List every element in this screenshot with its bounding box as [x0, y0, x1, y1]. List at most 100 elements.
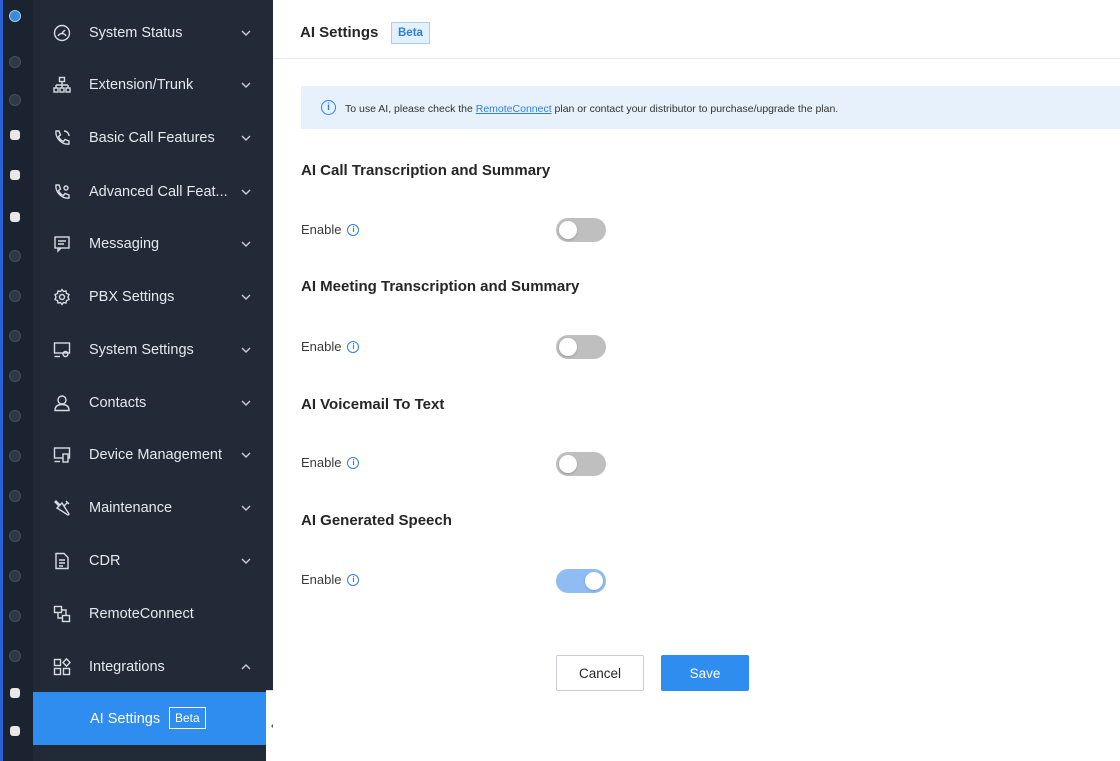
app-icon[interactable]: [9, 10, 21, 22]
toggle-knob: [559, 221, 577, 239]
sidebar-item-contacts[interactable]: Contacts: [33, 377, 273, 429]
info-icon: i: [321, 100, 336, 115]
app-icon[interactable]: [9, 530, 21, 542]
enable-text: Enable: [301, 339, 342, 354]
app-icon[interactable]: [9, 94, 21, 106]
app-icon[interactable]: [9, 330, 21, 342]
sidebar-item-maintenance[interactable]: Maintenance: [33, 482, 273, 534]
app-icon[interactable]: [9, 490, 21, 502]
app-icon[interactable]: [9, 410, 21, 422]
enable-label: Enable i: [301, 572, 360, 587]
sidebar-item-device-management[interactable]: Device Management: [33, 429, 273, 481]
enable-label: Enable i: [301, 339, 360, 354]
sidebar-item-label: Basic Call Features: [89, 130, 215, 146]
sidebar-item-label: Integrations: [89, 659, 165, 675]
notice-text: To use AI, please check the RemoteConnec…: [345, 103, 838, 115]
sidebar-nav: System Status Extension/Trunk Basic Call…: [33, 0, 273, 761]
info-icon[interactable]: i: [347, 573, 360, 586]
sidebar-item-label: Messaging: [89, 236, 160, 252]
document-icon: [52, 551, 72, 571]
chevron-down-icon: [241, 82, 251, 88]
notice-suffix: plan or contact your distributor to purc…: [551, 103, 839, 115]
info-icon[interactable]: i: [347, 340, 360, 353]
chevron-down-icon: [241, 558, 251, 564]
sidebar-item-label: Contacts: [89, 395, 147, 411]
app-icon[interactable]: [9, 370, 21, 382]
meeting-transcription-toggle[interactable]: [556, 335, 606, 359]
tools-icon: [52, 498, 72, 518]
app-icon[interactable]: [10, 726, 20, 736]
page-header: AI Settings Beta: [273, 0, 1120, 59]
phone-settings-icon: [52, 182, 72, 202]
chevron-down-icon: [241, 189, 251, 195]
app-icon[interactable]: [9, 650, 21, 662]
phone-icon: [52, 128, 72, 148]
beta-badge: Beta: [391, 22, 430, 44]
sidebar-item-label: Maintenance: [89, 500, 173, 516]
toggle-knob: [559, 338, 577, 356]
sidebar-item-label: Extension/Trunk: [89, 77, 194, 93]
cancel-button[interactable]: Cancel: [556, 655, 644, 691]
sidebar-item-label: CDR: [89, 553, 121, 569]
section-title-meeting-transcription: AI Meeting Transcription and Summary: [301, 278, 580, 295]
app-icon[interactable]: [10, 212, 20, 222]
sidebar-item-system-settings[interactable]: System Settings: [33, 324, 273, 376]
chevron-down-icon: [241, 135, 251, 141]
section-title-voicemail-to-text: AI Voicemail To Text: [301, 396, 445, 413]
sidebar-item-pbx-settings[interactable]: PBX Settings: [33, 271, 273, 323]
monitor-gear-icon: [52, 340, 72, 360]
remote-connect-icon: [52, 604, 72, 624]
app-icon[interactable]: [9, 290, 21, 302]
sidebar-item-label: Device Management: [89, 447, 222, 463]
chevron-down-icon: [241, 241, 251, 247]
sidebar-item-label: Advanced Call Feat...: [89, 184, 228, 200]
page-title: AI Settings: [300, 24, 379, 41]
toggle-knob: [585, 572, 603, 590]
enable-text: Enable: [301, 572, 342, 587]
beta-badge: Beta: [169, 707, 206, 729]
sidebar-item-basic-call-features[interactable]: Basic Call Features: [33, 112, 273, 164]
toggle-knob: [559, 455, 577, 473]
app-icon[interactable]: [9, 570, 21, 582]
devices-icon: [52, 445, 72, 465]
chevron-down-icon: [241, 294, 251, 300]
app-icon[interactable]: [9, 250, 21, 262]
chevron-down-icon: [241, 505, 251, 511]
sidebar-item-cdr[interactable]: CDR: [33, 535, 273, 587]
call-transcription-toggle[interactable]: [556, 218, 606, 242]
voicemail-to-text-toggle[interactable]: [556, 452, 606, 476]
sidebar-item-integrations[interactable]: Integrations: [33, 641, 273, 693]
sidebar-item-remoteconnect[interactable]: RemoteConnect: [33, 588, 273, 640]
app-icon[interactable]: [9, 610, 21, 622]
sidebar-item-ai-settings[interactable]: AI Settings Beta: [33, 692, 273, 745]
sidebar-item-label: System Status: [89, 25, 183, 41]
main-content: AI Settings Beta i To use AI, please che…: [273, 0, 1120, 761]
message-icon: [52, 234, 72, 254]
sidebar-item-label: AI Settings: [90, 710, 161, 727]
info-notice: i To use AI, please check the RemoteConn…: [301, 86, 1120, 129]
save-button[interactable]: Save: [661, 655, 749, 691]
sidebar-item-extension-trunk[interactable]: Extension/Trunk: [33, 59, 273, 111]
app-icon[interactable]: [9, 450, 21, 462]
enable-text: Enable: [301, 222, 342, 237]
app-icon[interactable]: [9, 56, 21, 68]
generated-speech-toggle[interactable]: [556, 569, 606, 593]
app-icon[interactable]: [10, 688, 20, 698]
sidebar-item-messaging[interactable]: Messaging: [33, 218, 273, 270]
app-icon[interactable]: [10, 130, 20, 140]
sidebar-item-label: System Settings: [89, 342, 194, 358]
sidebar-item-advanced-call-features[interactable]: Advanced Call Feat...: [33, 166, 273, 218]
section-title-generated-speech: AI Generated Speech: [301, 512, 452, 529]
chevron-down-icon: [241, 347, 251, 353]
info-icon[interactable]: i: [347, 223, 360, 236]
remoteconnect-link[interactable]: RemoteConnect: [476, 103, 552, 115]
gear-icon: [52, 287, 72, 307]
section-title-call-transcription: AI Call Transcription and Summary: [301, 162, 551, 179]
sidebar-item-label: RemoteConnect: [89, 606, 194, 622]
chevron-down-icon: [241, 452, 251, 458]
person-icon: [52, 393, 72, 413]
info-icon[interactable]: i: [347, 456, 360, 469]
app-icon[interactable]: [10, 170, 20, 180]
sidebar-item-system-status[interactable]: System Status: [33, 7, 273, 59]
enable-label: Enable i: [301, 222, 360, 237]
